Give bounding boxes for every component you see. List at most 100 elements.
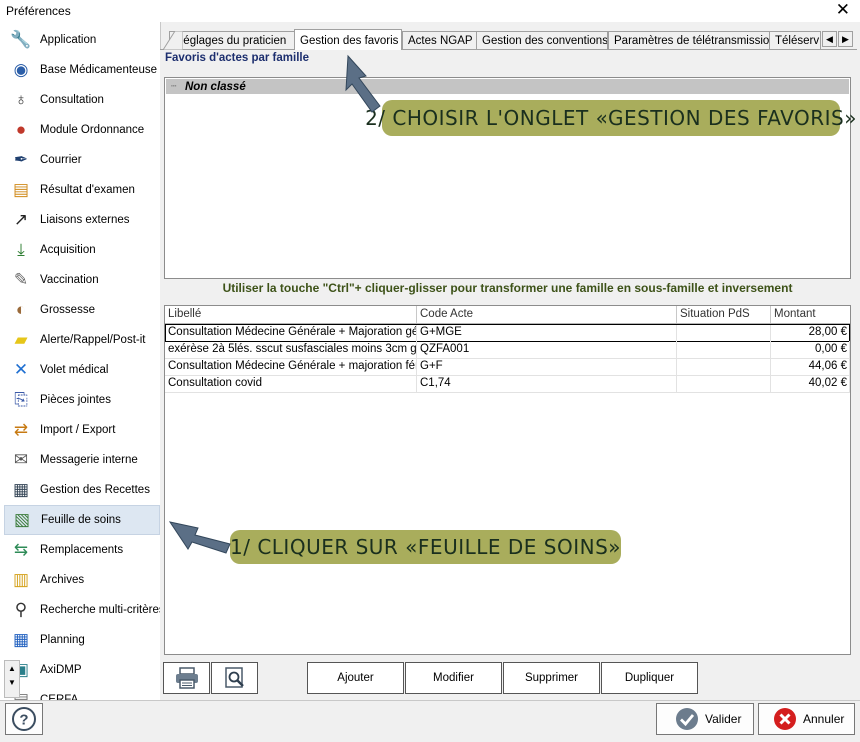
sidebar-item-8[interactable]: ✎ Vaccination: [4, 265, 160, 295]
sidebar-item-label: Recherche multi-critères: [40, 604, 161, 616]
sidebar-item-label: Planning: [40, 634, 85, 646]
magnifier-icon: ⚲: [14, 600, 28, 619]
check-icon: [676, 708, 698, 730]
table-row[interactable]: Consultation Médecine Générale + Majorat…: [165, 324, 850, 342]
table-row[interactable]: exérèse 2à 5lés. sscut susfasciales moin…: [165, 341, 850, 359]
sidebar-item-label: Volet médical: [40, 364, 109, 376]
cell-situation: [677, 375, 771, 392]
sidebar-item-17[interactable]: ⇆ Remplacements: [4, 535, 160, 565]
sidebar-item-label: AxiDMP: [40, 664, 82, 676]
sidebar-item-2[interactable]: ♁ Consultation: [4, 85, 160, 115]
preview-button[interactable]: [211, 662, 258, 694]
table-header: Libellé Code Acte Situation PdS Montant: [165, 306, 850, 324]
tab-slant-decoration: [163, 31, 183, 50]
validate-label: Valider: [705, 712, 742, 726]
sidebar-item-label: Feuille de soins: [41, 514, 121, 526]
tab-scroll-right-icon[interactable]: ▶: [838, 31, 853, 47]
close-icon[interactable]: ✕: [836, 1, 850, 19]
care-sheet-icon: ▧: [13, 510, 31, 529]
paperclip-icon: ⎘: [14, 390, 28, 409]
add-button[interactable]: Ajouter: [307, 662, 404, 694]
help-button[interactable]: ?: [5, 703, 43, 735]
sidebar-item-label: Consultation: [40, 94, 104, 106]
tree-connector-icon: ┄: [171, 81, 177, 91]
tree-node-label: Non classé: [185, 80, 246, 93]
cell-montant: 0,00 €: [771, 341, 850, 358]
table-row[interactable]: Consultation Médecine Générale + majorat…: [165, 358, 850, 376]
tab-reglages-praticien[interactable]: Réglages du praticien: [169, 31, 295, 49]
column-header-montant[interactable]: Montant: [771, 306, 850, 323]
cell-libelle: Consultation covid: [165, 375, 417, 392]
sidebar-item-7[interactable]: ⤓ Acquisition: [4, 235, 160, 265]
sidebar-item-label: Application: [40, 34, 97, 46]
cell-montant: 40,02 €: [771, 375, 850, 392]
duplicate-button[interactable]: Dupliquer: [601, 662, 698, 694]
sidebar-item-4[interactable]: ✒ Courrier: [4, 145, 160, 175]
sidebar-item-21[interactable]: ▣ AxiDMP: [4, 655, 160, 685]
callout-step-1: 1/ CLIQUER SUR «FEUILLE DE SOINS»: [230, 530, 621, 564]
favorite-acts-table[interactable]: Libellé Code Acte Situation PdS Montant …: [164, 305, 851, 655]
print-button[interactable]: [163, 662, 210, 694]
sidebar-scrollbar[interactable]: ▲ ▼: [4, 660, 20, 698]
tab-actes-ngap[interactable]: Actes NGAP: [402, 31, 477, 49]
tab-gestion-favoris[interactable]: Gestion des favoris: [294, 29, 402, 50]
tab-parametres-teletransmission[interactable]: Paramètres de télétransmission: [608, 31, 770, 49]
sidebar-item-12[interactable]: ⎘ Pièces jointes: [4, 385, 160, 415]
pills-globe-icon: ◉: [13, 60, 29, 79]
tab-scroll-left-icon[interactable]: ◀: [822, 31, 837, 47]
cell-libelle: exérèse 2à 5lés. sscut susfasciales moin…: [165, 341, 417, 358]
sidebar-item-5[interactable]: ▤ Résultat d'examen: [4, 175, 160, 205]
edit-button[interactable]: Modifier: [405, 662, 502, 694]
help-icon: ?: [12, 707, 36, 731]
sidebar-item-10[interactable]: ▰ Alerte/Rappel/Post-it: [4, 325, 160, 355]
cancel-button[interactable]: Annuler: [758, 703, 855, 735]
delete-button[interactable]: Supprimer: [503, 662, 600, 694]
sidebar-item-6[interactable]: ↗ Liaisons externes: [4, 205, 160, 235]
scroll-down-icon[interactable]: ▼: [5, 675, 19, 689]
tab-label: Gestion des conventions: [482, 35, 608, 47]
sidebar-item-label: Remplacements: [40, 544, 124, 556]
sidebar-item-20[interactable]: ▦ Planning: [4, 625, 160, 655]
pregnancy-icon: ◐: [15, 300, 27, 319]
post-it-icon: ▰: [14, 330, 28, 349]
sidebar-item-18[interactable]: ▥ Archives: [4, 565, 160, 595]
sidebar-item-label: Pièces jointes: [40, 394, 111, 406]
column-header-libelle[interactable]: Libellé: [165, 306, 417, 323]
sidebar-item-3[interactable]: ● Module Ordonnance: [4, 115, 160, 145]
sidebar-item-13[interactable]: ⇄ Import / Export: [4, 415, 160, 445]
column-header-situation-pds[interactable]: Situation PdS: [677, 306, 771, 323]
sidebar-item-9[interactable]: ◐ Grossesse: [4, 295, 160, 325]
column-header-code-acte[interactable]: Code Acte: [417, 306, 677, 323]
validate-button[interactable]: Valider: [656, 703, 754, 735]
download-icon: ⤓: [17, 240, 25, 259]
sidebar-item-label: Liaisons externes: [40, 214, 130, 226]
tab-gestion-conventions[interactable]: Gestion des conventions: [476, 31, 608, 49]
sidebar-item-16[interactable]: ▧ Feuille de soins: [4, 505, 160, 535]
sidebar-item-19[interactable]: ⚲ Recherche multi-critères: [4, 595, 160, 625]
sidebar-item-14[interactable]: ✉ Messagerie interne: [4, 445, 160, 475]
stethoscope-icon: ♁: [14, 90, 28, 109]
sidebar-item-label: Acquisition: [40, 244, 96, 256]
sidebar-item-label: Messagerie interne: [40, 454, 138, 466]
tab-teleservices[interactable]: Téléserv: [769, 31, 821, 49]
sidebar-item-11[interactable]: ✕ Volet médical: [4, 355, 160, 385]
sidebar-item-0[interactable]: 🔧 Application: [4, 25, 160, 55]
tab-label: Gestion des favoris: [300, 35, 399, 47]
callout-arrow-2: [345, 54, 381, 113]
sidebar-item-label: Alerte/Rappel/Post-it: [40, 334, 146, 346]
cell-code: C1,74: [417, 375, 677, 392]
table-row[interactable]: Consultation covid C1,74 40,02 €: [165, 375, 850, 393]
sidebar-item-label: Module Ordonnance: [40, 124, 145, 136]
capsule-icon: ●: [15, 120, 27, 139]
tree-node-non-classe[interactable]: ┄ Non classé: [166, 79, 849, 94]
ctrl-drag-hint: Utiliser la touche "Ctrl"+ cliquer-gliss…: [222, 281, 793, 295]
cancel-label: Annuler: [803, 712, 845, 726]
cancel-icon: [774, 708, 796, 730]
scroll-up-icon[interactable]: ▲: [5, 661, 19, 675]
sidebar-item-1[interactable]: ◉ Base Médicamenteuse: [4, 55, 160, 85]
sidebar-item-22[interactable]: ▤ CERFA: [4, 685, 160, 700]
cell-situation: [677, 341, 771, 358]
archive-icon: ▥: [12, 570, 30, 589]
sidebar-item-15[interactable]: ▦ Gestion des Recettes: [4, 475, 160, 505]
cell-code: QZFA001: [417, 341, 677, 358]
